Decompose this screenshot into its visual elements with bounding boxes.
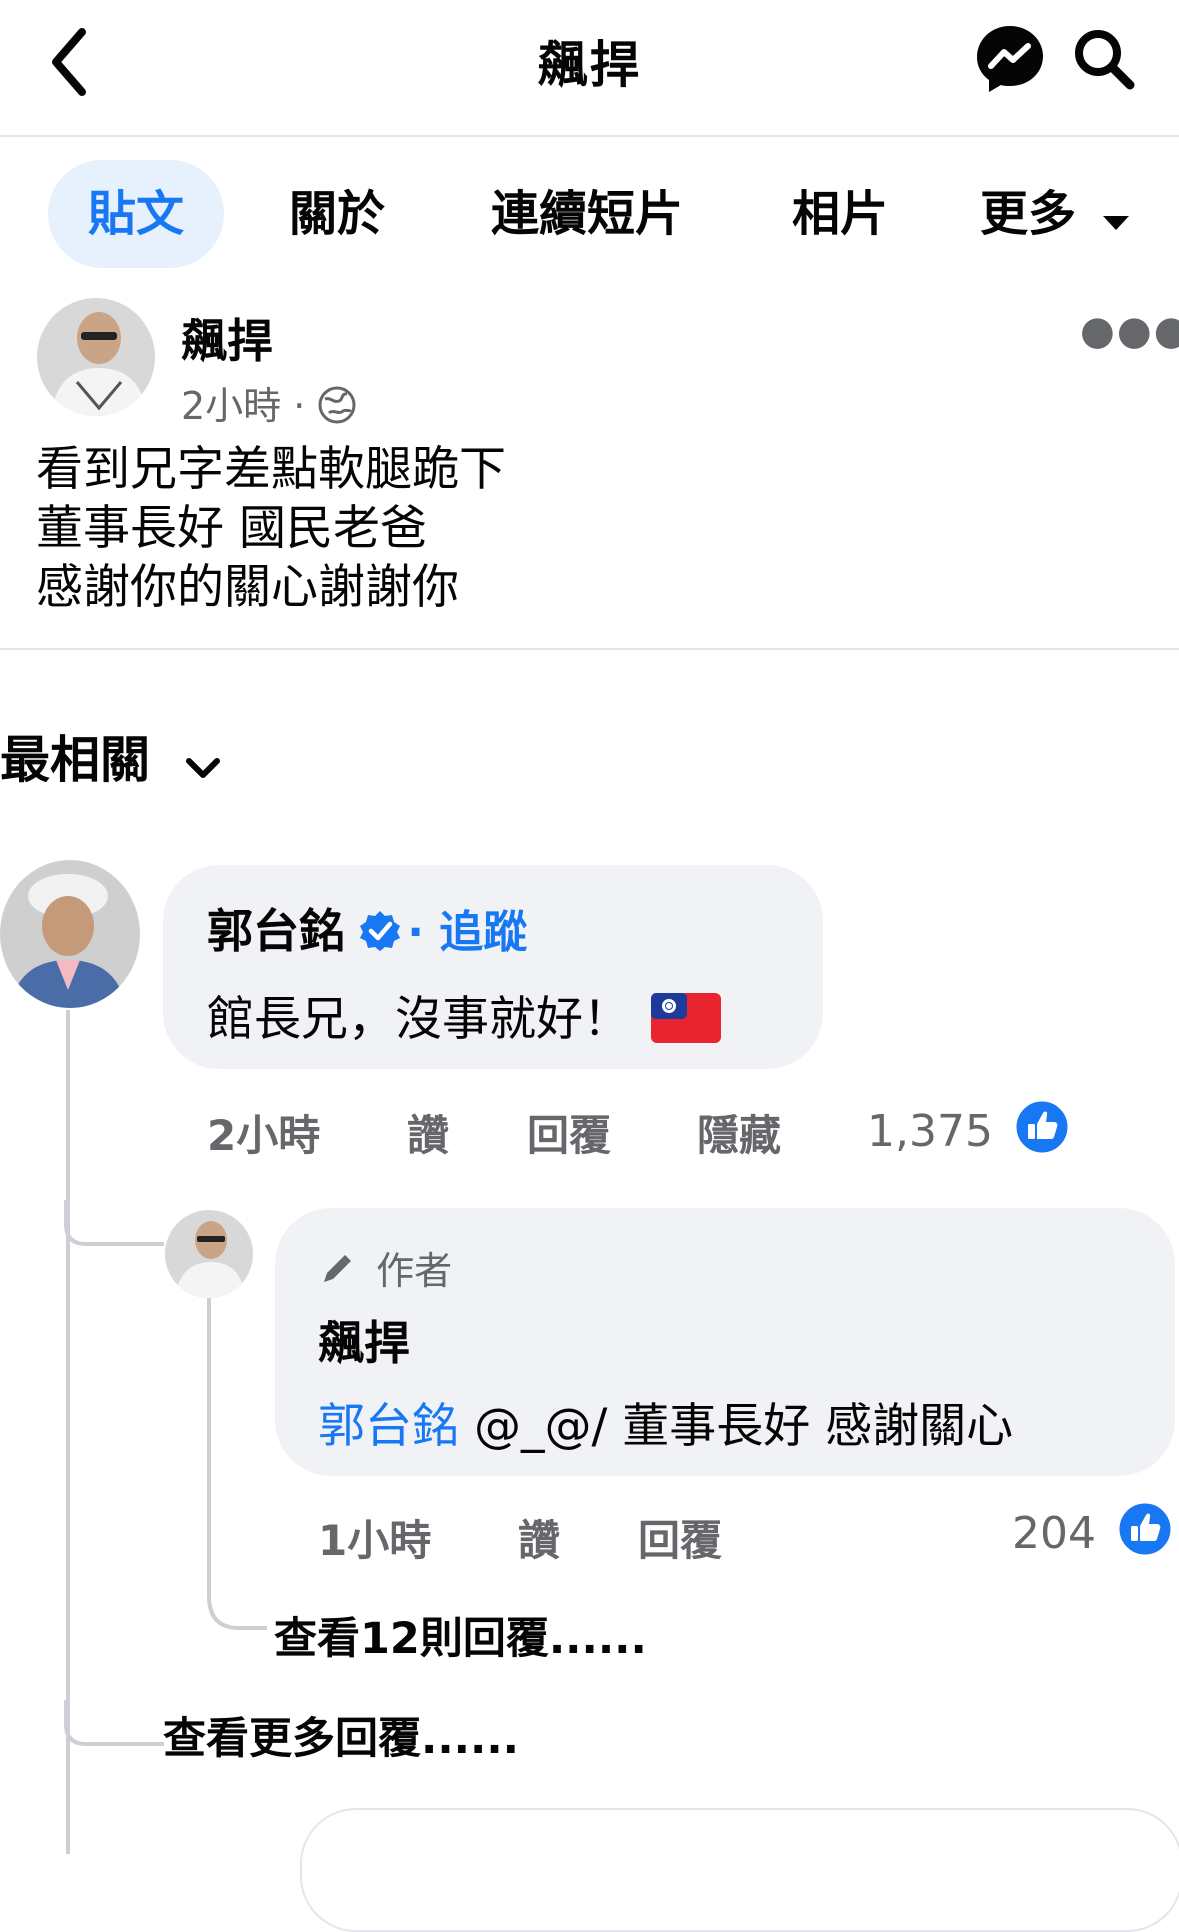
reply-reply-button[interactable]: 回覆 xyxy=(638,1507,722,1568)
like-count: 1,375 xyxy=(867,1106,993,1157)
reply-time[interactable]: 1小時 xyxy=(318,1507,431,1568)
like-reaction-icon xyxy=(1013,1098,1071,1167)
search-icon[interactable] xyxy=(1070,25,1140,95)
tab-more[interactable]: 更多 xyxy=(980,160,1160,268)
globe-icon xyxy=(317,385,357,434)
tab-reels[interactable]: 連續短片 xyxy=(462,160,712,268)
reply-like-button[interactable]: 讚 xyxy=(518,1507,560,1568)
comment-time[interactable]: 2小時 xyxy=(207,1102,320,1163)
tab-posts[interactable]: 貼文 xyxy=(48,160,224,268)
thread-branch xyxy=(64,1200,164,1246)
post-meta: 2小時 · xyxy=(181,375,357,434)
comment-author-name[interactable]: 郭台銘 xyxy=(207,904,345,958)
mention-link[interactable]: 郭台銘 xyxy=(318,1399,459,1454)
reply-text-row: 郭台銘 @_@/ 董事長好 感謝關心 xyxy=(318,1387,1013,1456)
tab-about[interactable]: 關於 xyxy=(262,160,412,268)
comment-reply-button[interactable]: 回覆 xyxy=(527,1102,611,1163)
like-count: 204 xyxy=(1012,1508,1096,1559)
comment-like-count[interactable]: 1,375 xyxy=(867,1098,1071,1167)
comment-sort-label: 最相關 xyxy=(0,731,150,789)
chevron-down-icon xyxy=(185,735,221,793)
post-body-line: 董事長好 國民老爸 xyxy=(36,501,427,556)
reply-author-avatar[interactable] xyxy=(165,1210,253,1298)
author-badge-label: 作者 xyxy=(376,1249,453,1293)
verified-badge-icon xyxy=(358,909,402,957)
section-divider xyxy=(0,648,1179,650)
tab-photos[interactable]: 相片 xyxy=(760,160,920,268)
tab-more-label: 更多 xyxy=(980,186,1077,242)
like-reaction-icon xyxy=(1116,1500,1174,1569)
separator-dot: · xyxy=(407,907,440,958)
post-time[interactable]: 2小時 xyxy=(181,384,281,428)
thread-branch xyxy=(207,1296,267,1630)
taiwan-flag-icon xyxy=(650,991,721,1057)
post-options-icon[interactable]: ●●● xyxy=(1080,308,1179,354)
comment-hide-button[interactable]: 隱藏 xyxy=(697,1102,781,1163)
post-body-line: 看到兄字差點軟腿跪下 xyxy=(36,442,506,497)
comment-text-row: 館長兄，沒事就好！ xyxy=(207,980,721,1057)
pencil-icon xyxy=(318,1252,354,1297)
reply-like-count[interactable]: 204 xyxy=(1012,1500,1174,1569)
separator-dot: · xyxy=(293,384,318,428)
post-body: 看到兄字差點軟腿跪下 董事長好 國民老爸 感謝你的關心謝謝你 xyxy=(36,440,506,617)
reply-text: @_@/ 董事長好 感謝關心 xyxy=(459,1399,1014,1454)
next-comment-bubble xyxy=(300,1808,1179,1932)
post-author-name[interactable]: 飆捍 xyxy=(181,305,273,371)
comment-header: 郭台銘 · 追蹤 xyxy=(207,895,527,961)
author-badge: 作者 xyxy=(318,1240,452,1297)
view-replies-link[interactable]: 查看12則回覆...... xyxy=(274,1604,647,1666)
post-body-line: 感謝你的關心謝謝你 xyxy=(36,560,459,615)
comment-text: 館長兄，沒事就好！ xyxy=(207,992,630,1047)
view-more-replies-link[interactable]: 查看更多回覆...... xyxy=(163,1704,519,1766)
comment-sort-dropdown[interactable]: 最相關 xyxy=(0,720,221,793)
commenter-avatar[interactable] xyxy=(0,860,140,1008)
comment-like-button[interactable]: 讚 xyxy=(407,1102,449,1163)
thread-branch xyxy=(64,1700,164,1746)
follow-button[interactable]: 追蹤 xyxy=(439,907,527,958)
post-author-avatar[interactable] xyxy=(37,298,155,416)
reply-author-name[interactable]: 飆捍 xyxy=(318,1307,410,1373)
messenger-icon[interactable] xyxy=(973,22,1047,96)
caret-down-icon xyxy=(1101,163,1131,271)
